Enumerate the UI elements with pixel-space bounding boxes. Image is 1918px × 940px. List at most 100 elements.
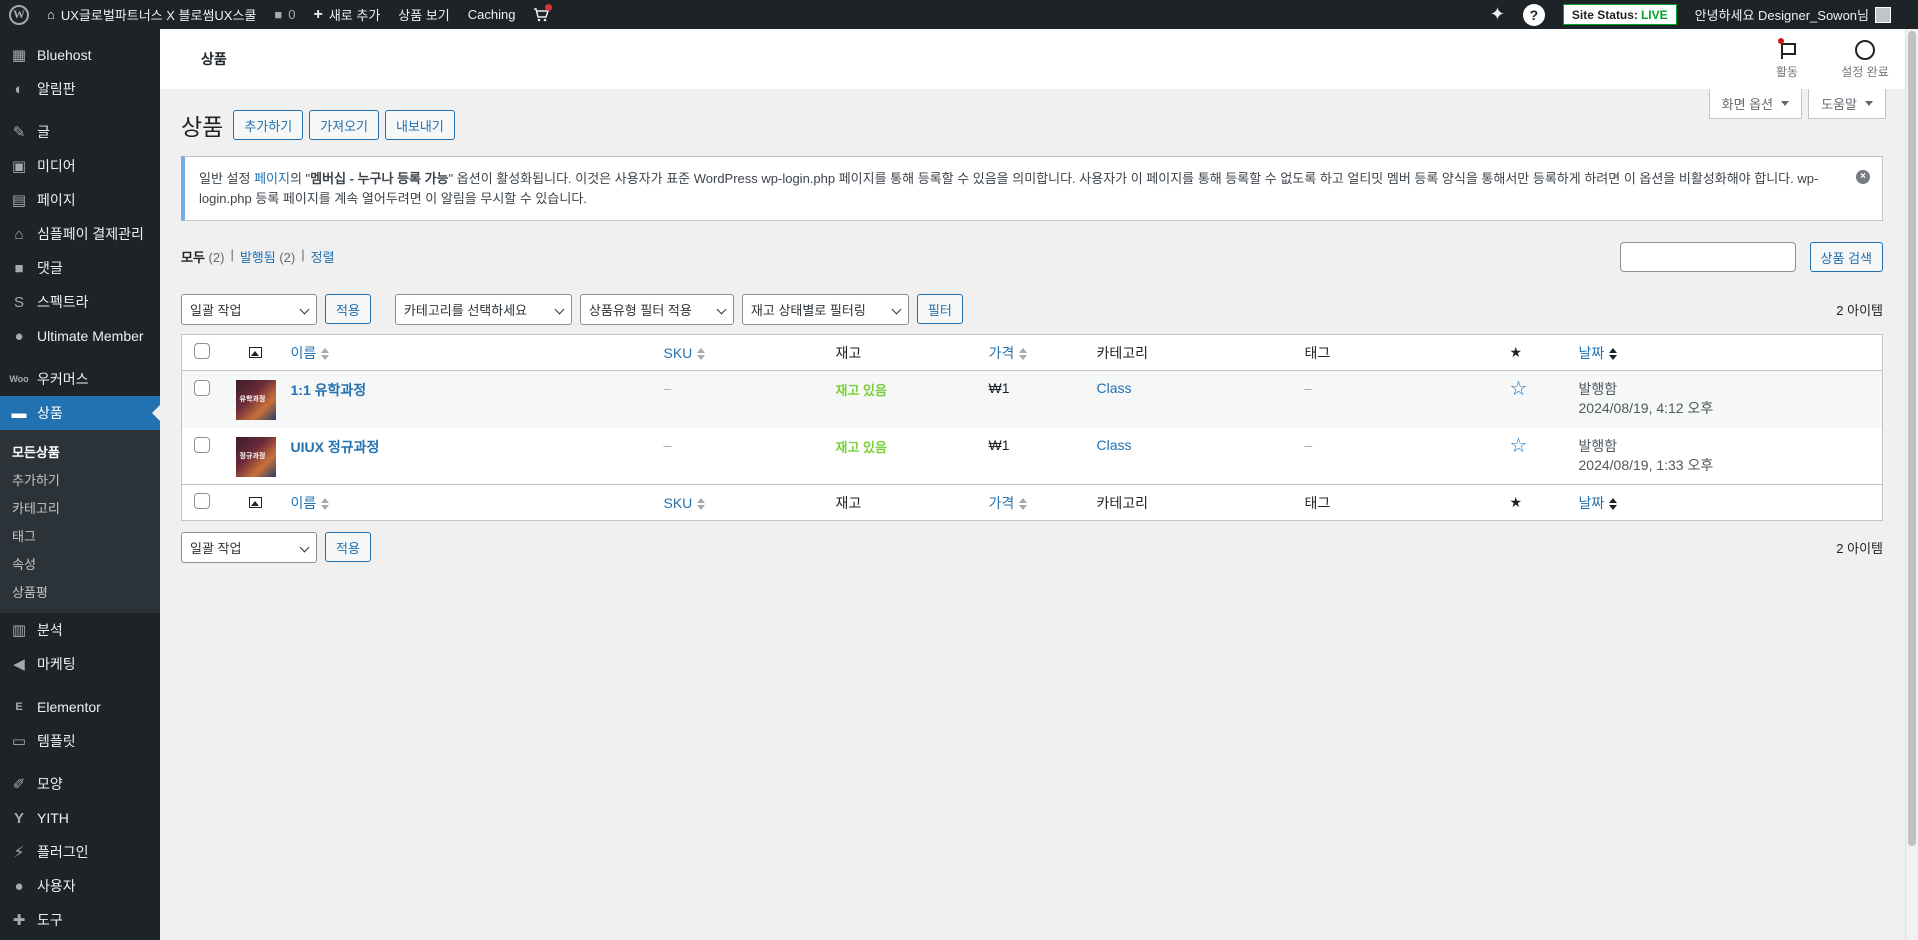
product-name-link[interactable]: 1:1 유학과정 bbox=[291, 382, 367, 398]
column-tags: 태그 bbox=[1304, 334, 1510, 371]
bulk-apply-button[interactable]: 적용 bbox=[325, 294, 371, 324]
sidebar-item-ultimate-member[interactable]: ● Ultimate Member bbox=[0, 319, 160, 353]
sidebar-item-dashboard[interactable]: ◐ 알림판 bbox=[0, 72, 160, 106]
sidebar-item-tools[interactable]: ✚ 도구 bbox=[0, 903, 160, 937]
column-date-footer[interactable]: 날짜 bbox=[1578, 484, 1883, 521]
activity-button[interactable]: 활동 bbox=[1757, 37, 1817, 80]
sidebar-item-elementor[interactable]: E Elementor bbox=[0, 690, 160, 724]
stock-status-select[interactable]: 재고 상태별로 필터링 bbox=[741, 293, 909, 325]
ai-sparkle-button[interactable]: ✦ bbox=[1481, 0, 1514, 29]
sidebar-item-templates[interactable]: ▭ 템플릿 bbox=[0, 724, 160, 758]
filter-button[interactable]: 필터 bbox=[916, 294, 963, 324]
my-account-menu[interactable]: 안녕하세요 Designer_Sowon님 bbox=[1686, 0, 1900, 29]
sidebar-item-label: 우커머스 bbox=[37, 371, 89, 387]
select-all-checkbox-bottom[interactable] bbox=[194, 493, 210, 509]
submenu-reviews[interactable]: 상품평 bbox=[0, 577, 160, 605]
submenu-categories[interactable]: 카테고리 bbox=[0, 493, 160, 521]
add-new-button[interactable]: 추가하기 bbox=[233, 110, 304, 140]
status-filter-links: 모두 (2) | 발행됨 (2) | 정렬 bbox=[181, 247, 1883, 266]
sidebar-item-analytics[interactable]: ▥ 분석 bbox=[0, 613, 160, 647]
star-outline-icon[interactable]: ☆ bbox=[1510, 435, 1528, 457]
sidebar-item-simplepay[interactable]: ⌂ 심플페이 결제관리 bbox=[0, 217, 160, 251]
main-content: 상품 추가하기 가져오기 내보내기 일반 설정 페이지의 "멤버십 - 누구나 … bbox=[181, 89, 1883, 563]
column-date[interactable]: 날짜 bbox=[1578, 334, 1883, 371]
product-thumbnail[interactable]: 정규과정 bbox=[235, 436, 276, 477]
column-price-footer[interactable]: 가격 bbox=[988, 484, 1097, 521]
filter-published[interactable]: 발행됨 (2) bbox=[240, 247, 295, 266]
wordpress-logo-menu[interactable]: W bbox=[0, 0, 38, 29]
sidebar-item-products[interactable]: ▬ 상품 bbox=[0, 396, 160, 430]
sidebar-item-plugins[interactable]: ⚡ 플러그인 bbox=[0, 835, 160, 869]
column-sku-footer[interactable]: SKU bbox=[663, 484, 836, 521]
product-type-select[interactable]: 상품유형 필터 적용 bbox=[579, 293, 734, 325]
product-name-link[interactable]: UIUX 정규과정 bbox=[291, 439, 380, 455]
product-thumbnail[interactable]: 유학과정 bbox=[235, 380, 276, 420]
notice-settings-link[interactable]: 페이지 bbox=[254, 171, 290, 186]
submenu-all-products[interactable]: 모든상품 bbox=[0, 437, 160, 465]
bulk-action-select[interactable]: 일괄 작업 bbox=[181, 293, 317, 325]
column-sku[interactable]: SKU bbox=[663, 334, 836, 371]
filter-all[interactable]: 모두 (2) bbox=[181, 247, 224, 266]
header-title: 상품 bbox=[201, 51, 227, 67]
site-status-menu[interactable]: Site Status: LIVE bbox=[1554, 0, 1686, 29]
sidebar-item-pages[interactable]: ▤ 페이지 bbox=[0, 183, 160, 217]
brush-icon: ✐ bbox=[12, 776, 26, 793]
export-button[interactable]: 내보내기 bbox=[385, 110, 455, 140]
sidebar-item-yith[interactable]: Y YITH bbox=[0, 801, 160, 835]
tablenav-bottom: 일괄 작업 적용 2 아이템 bbox=[181, 531, 1883, 563]
star-outline-icon[interactable]: ☆ bbox=[1510, 378, 1528, 400]
column-name[interactable]: 이름 bbox=[290, 334, 664, 371]
column-stock-label: 재고 bbox=[835, 344, 862, 361]
activity-label: 활동 bbox=[1775, 64, 1799, 79]
column-price[interactable]: 가격 bbox=[988, 334, 1097, 371]
publish-date: 2024/08/19, 4:12 오후 bbox=[1578, 400, 1714, 416]
sidebar-item-spectra[interactable]: S 스펙트라 bbox=[0, 285, 160, 319]
sidebar-item-appearance[interactable]: ✐ 모양 bbox=[0, 767, 160, 801]
progress-ring-icon bbox=[1855, 39, 1875, 60]
sidebar-item-users[interactable]: ● 사용자 bbox=[0, 869, 160, 903]
site-name-menu[interactable]: ⌂ UX글로벌파트너스 X 블로썸UX스쿨 bbox=[38, 0, 265, 29]
view-products-link[interactable]: 상품 보기 bbox=[389, 0, 458, 29]
product-sku: – bbox=[663, 436, 672, 453]
help-button[interactable]: ? bbox=[1514, 0, 1554, 29]
media-icon: ▣ bbox=[11, 158, 27, 175]
caching-menu[interactable]: Caching bbox=[459, 0, 525, 29]
sidebar-item-comments[interactable]: ■ 댓글 bbox=[0, 251, 160, 285]
setup-complete-button[interactable]: 설정 완료 bbox=[1835, 39, 1895, 80]
cart-menu[interactable] bbox=[524, 0, 558, 29]
sidebar-item-marketing[interactable]: ◀ 마케팅 bbox=[0, 647, 160, 681]
publish-status: 발행함 bbox=[1578, 381, 1618, 397]
sidebar-item-bluehost[interactable]: ▦ Bluehost bbox=[0, 38, 160, 72]
product-category-link[interactable]: Class bbox=[1097, 380, 1132, 396]
column-featured[interactable]: ★ bbox=[1509, 334, 1579, 371]
sidebar-item-label: 스펙트라 bbox=[37, 294, 89, 310]
page-scrollbar[interactable] bbox=[1905, 29, 1918, 940]
bulk-apply-button-bottom[interactable]: 적용 bbox=[325, 532, 371, 562]
submenu-add-new[interactable]: 추가하기 bbox=[0, 465, 160, 493]
product-category-link[interactable]: Class bbox=[1097, 437, 1132, 453]
pin-icon: ✎ bbox=[12, 124, 26, 141]
sidebar-item-label: 분석 bbox=[37, 622, 63, 638]
submenu-tags[interactable]: 태그 bbox=[0, 521, 160, 549]
sidebar-item-media[interactable]: ▣ 미디어 bbox=[0, 149, 160, 183]
column-featured-footer[interactable]: ★ bbox=[1509, 484, 1579, 521]
filter-sort[interactable]: 정렬 bbox=[311, 247, 335, 266]
select-all-checkbox[interactable] bbox=[194, 343, 210, 359]
import-button[interactable]: 가져오기 bbox=[309, 110, 380, 140]
comments-menu[interactable]: ■ 0 bbox=[265, 0, 304, 29]
dismiss-icon[interactable]: × bbox=[1856, 170, 1870, 184]
category-select[interactable]: 카테고리를 선택하세요 bbox=[394, 293, 572, 325]
scrollbar-thumb[interactable] bbox=[1908, 31, 1916, 846]
comment-icon: ■ bbox=[14, 259, 24, 277]
sidebar-item-label: 알림판 bbox=[37, 81, 76, 97]
submenu-attributes[interactable]: 속성 bbox=[0, 549, 160, 577]
stock-status: 재고 있음 bbox=[835, 439, 887, 455]
bulk-action-select-bottom[interactable]: 일괄 작업 bbox=[181, 531, 317, 563]
wrench-icon: ✚ bbox=[12, 912, 26, 929]
row-checkbox[interactable] bbox=[194, 380, 210, 396]
new-content-menu[interactable]: + 새로 추가 bbox=[305, 0, 390, 29]
sidebar-item-woocommerce[interactable]: Woo 우커머스 bbox=[0, 362, 160, 396]
row-checkbox[interactable] bbox=[194, 436, 210, 453]
sidebar-item-posts[interactable]: ✎ 글 bbox=[0, 115, 160, 149]
column-name-footer[interactable]: 이름 bbox=[290, 484, 664, 521]
